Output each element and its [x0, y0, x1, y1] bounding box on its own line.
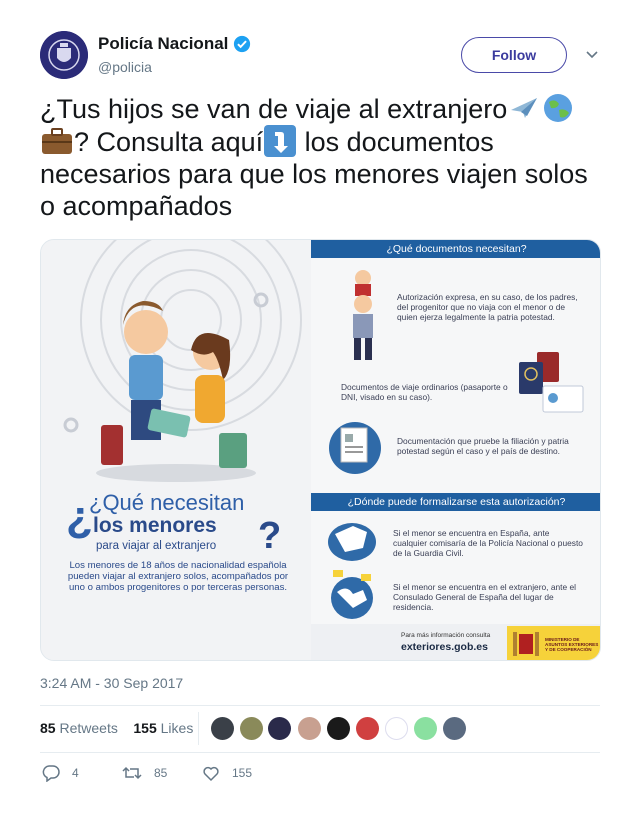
section-documents-heading: ¿Qué documentos necesitan?	[311, 240, 600, 258]
liker-avatar[interactable]	[443, 717, 466, 740]
airplane-emoji	[511, 98, 538, 118]
reply-action[interactable]: 4	[42, 764, 79, 782]
follow-button[interactable]: Follow	[461, 37, 567, 73]
tweet-media-image[interactable]: ¿ ¿Qué necesitan los menores ? para viaj…	[40, 239, 601, 661]
document-item-travel-docs: Documentos de viaje ordinarios (pasaport…	[341, 382, 508, 402]
likes-stat[interactable]: 155 Likes	[133, 720, 193, 736]
footer-more-info: Para más información consulta	[401, 632, 491, 639]
spain-map-icon	[328, 523, 376, 561]
reply-count: 4	[72, 766, 79, 780]
liker-avatar[interactable]	[298, 717, 321, 740]
ministry-logo: MINISTERIO DE ASUNTOS EXTERIORES Y DE CO…	[507, 626, 600, 660]
globe-emoji	[544, 94, 573, 122]
document-item-filiation: Documentación que pruebe la filiación y …	[397, 436, 569, 456]
liker-avatar[interactable]	[385, 717, 408, 740]
divider	[40, 752, 600, 753]
author-avatar[interactable]	[40, 31, 88, 79]
retweet-icon	[122, 766, 142, 780]
section-where-heading: ¿Dónde puede formalizarse esta autorizac…	[311, 493, 600, 511]
retweets-stat[interactable]: 85 Retweets	[40, 720, 118, 736]
infographic-title-line3: para viajar al extranjero	[96, 540, 217, 552]
parent-child-illustration	[353, 270, 373, 360]
tweet-text-line2b: los documentos	[297, 127, 494, 157]
arrow-down-emoji	[264, 125, 297, 157]
tweet-text: ¿Tus hijos se van de viaje al extranjero…	[40, 92, 605, 222]
divider	[40, 705, 600, 706]
like-icon	[203, 766, 219, 782]
tweet-text-line2a: ? Consulta aquí	[74, 127, 264, 157]
retweet-action[interactable]: 85	[122, 764, 167, 782]
coat-of-arms-icon	[513, 632, 539, 656]
author-handle[interactable]: @policia	[98, 59, 152, 75]
passport-illustration	[519, 352, 584, 413]
liker-avatar[interactable]	[327, 717, 350, 740]
briefcase-emoji	[42, 128, 72, 154]
children-illustration	[63, 240, 302, 482]
reply-icon	[42, 765, 60, 782]
verified-badge-icon	[234, 35, 251, 53]
infographic-right-panel: ¿Qué documentos necesitan? Autorización …	[311, 240, 600, 660]
author-name[interactable]: Policía Nacional	[98, 34, 228, 54]
liker-avatar[interactable]	[414, 717, 437, 740]
engagement-stats: 85 Retweets 155 Likes	[40, 720, 193, 736]
document-item-authorization: Autorización expresa, en su caso, de los…	[397, 292, 578, 322]
chevron-down-icon[interactable]	[585, 47, 599, 61]
infographic-title-line2: los menores	[93, 514, 217, 537]
like-action[interactable]: 155	[202, 764, 252, 782]
infographic-left-panel: ¿ ¿Qué necesitan los menores ? para viaj…	[41, 240, 311, 660]
divider-vertical	[198, 712, 199, 745]
tweet-text-line4: o acompañados	[40, 191, 233, 221]
location-item-spain: Si el menor se encuentra en España, ante…	[393, 528, 583, 558]
liker-avatar[interactable]	[240, 717, 263, 740]
question-mark-close: ?	[258, 515, 282, 557]
location-item-abroad: Si el menor se encuentra en el extranjer…	[393, 582, 576, 612]
filiation-doc-illustration	[329, 422, 381, 474]
liker-avatar[interactable]	[268, 717, 291, 740]
tweet-header: Policía Nacional @policia Follow	[40, 31, 600, 81]
tweet-timestamp[interactable]: 3:24 AM - 30 Sep 2017	[40, 675, 183, 691]
tweet-text-line3: necesarios para que los menores viajen s…	[40, 159, 588, 189]
footer-url: exteriores.gob.es	[401, 641, 488, 653]
infographic-description: Los menores de 18 años de nacionalidad e…	[67, 560, 289, 593]
like-count: 155	[232, 766, 253, 780]
liker-avatar[interactable]	[211, 717, 234, 740]
retweet-count: 85	[154, 766, 168, 780]
infographic-title-line1: ¿Qué necesitan	[89, 490, 245, 515]
ministry-name: MINISTERIO DE ASUNTOS EXTERIORES Y DE CO…	[545, 637, 599, 652]
tweet-text-line1: ¿Tus hijos se van de viaje al extranjero	[40, 94, 508, 124]
liker-avatar[interactable]	[356, 717, 379, 740]
world-map-icon	[331, 570, 373, 619]
